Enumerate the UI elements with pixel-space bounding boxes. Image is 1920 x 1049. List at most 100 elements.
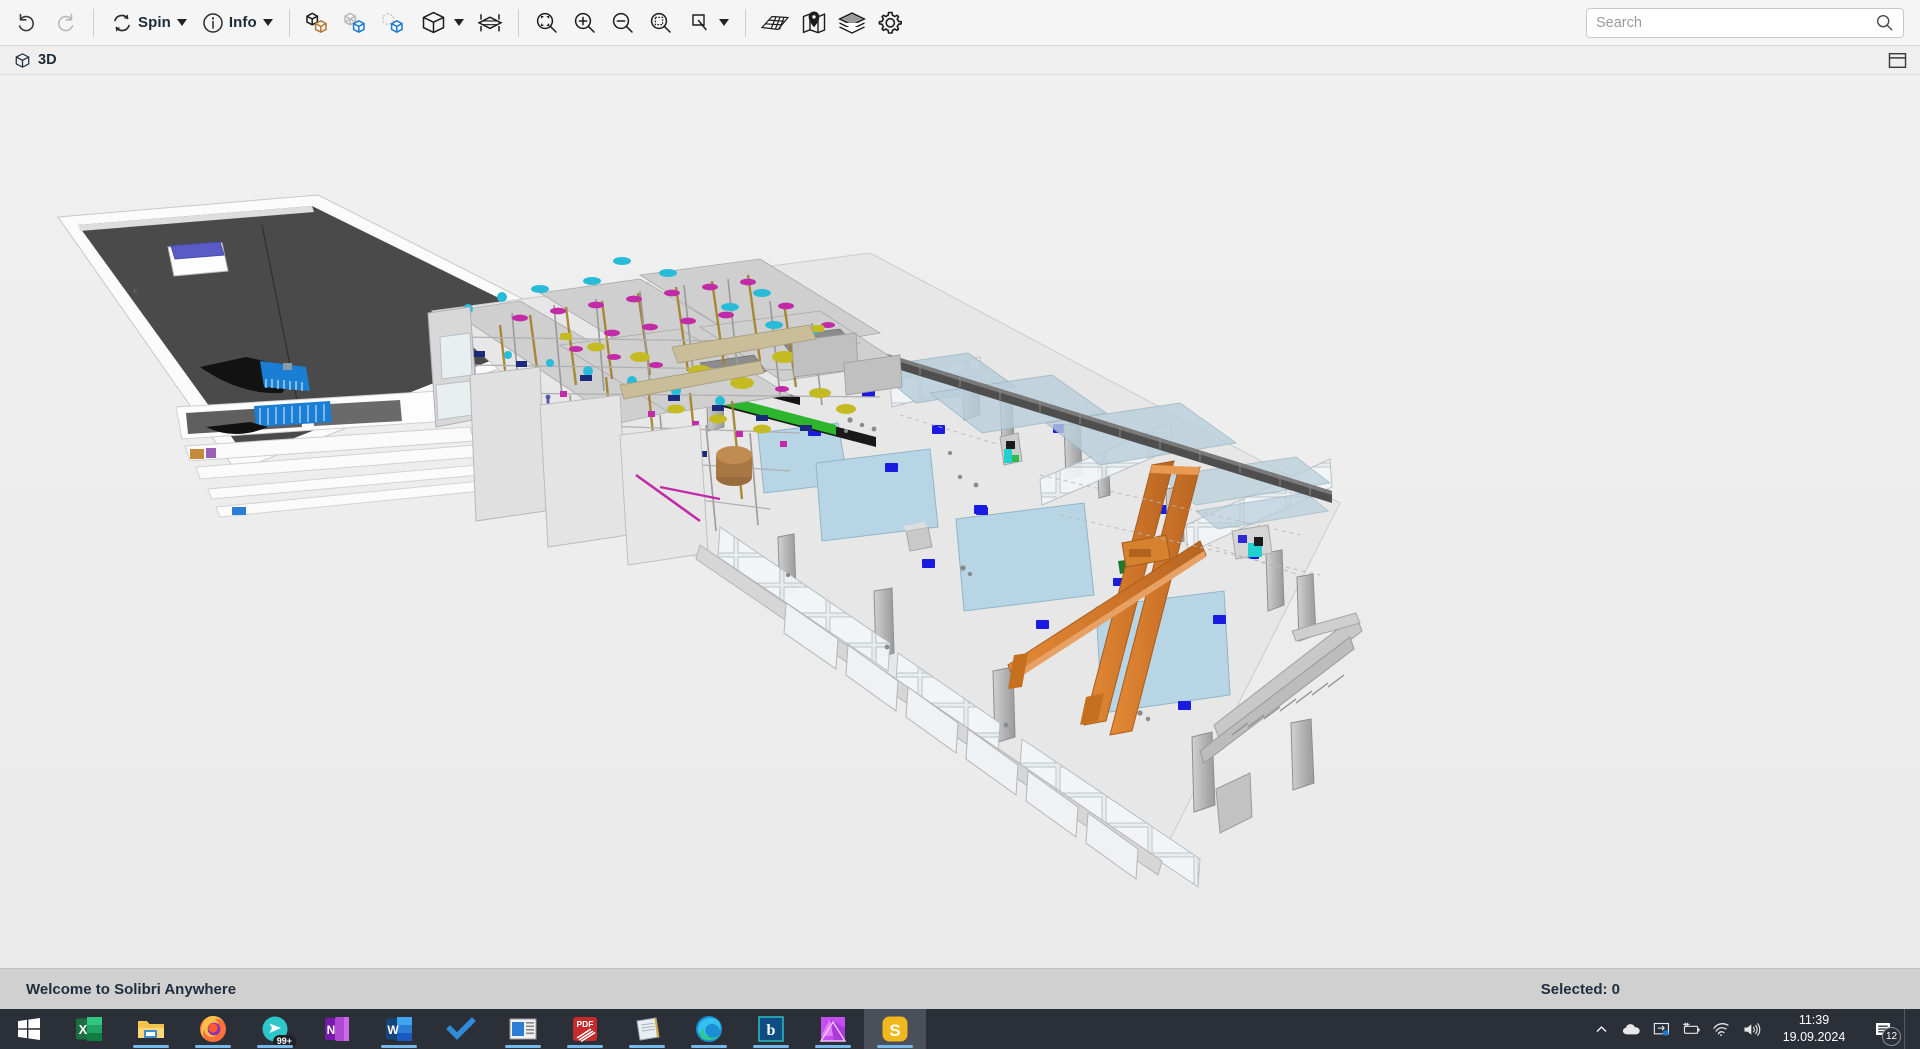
solid-button[interactable] bbox=[413, 4, 471, 42]
zoom-out-icon bbox=[610, 10, 636, 36]
edge-icon bbox=[694, 1014, 724, 1044]
search-icon[interactable] bbox=[1875, 13, 1894, 32]
window-doc-icon bbox=[508, 1014, 538, 1044]
taskbar-item-pdf-xchange[interactable]: PDF bbox=[554, 1009, 616, 1049]
clock-time: 11:39 bbox=[1798, 1013, 1830, 1028]
taskbar-item-onenote[interactable]: N bbox=[306, 1009, 368, 1049]
taskbar-item-solibri[interactable]: S bbox=[864, 1009, 926, 1049]
firefox-icon bbox=[198, 1014, 228, 1044]
running-indicator bbox=[381, 1045, 417, 1048]
zoom-fit-icon bbox=[534, 10, 560, 36]
system-tray: 11:39 19.09.2024 12 bbox=[1586, 1009, 1920, 1049]
volume-button[interactable] bbox=[1736, 1009, 1766, 1049]
undo-button[interactable] bbox=[8, 4, 46, 42]
3d-viewport[interactable] bbox=[0, 75, 1920, 980]
taskbar-apps: X 99+ N W PDF b S bbox=[58, 1009, 926, 1049]
transparent-button[interactable] bbox=[337, 4, 375, 42]
spin-label: Spin bbox=[138, 14, 171, 31]
toolbar-separator-3 bbox=[517, 8, 519, 37]
taskbar-item-teams[interactable]: 99+ bbox=[244, 1009, 306, 1049]
transparent-cube-icon bbox=[341, 10, 371, 36]
start-button[interactable] bbox=[0, 1009, 58, 1049]
zoom-in-button[interactable] bbox=[566, 4, 604, 42]
hidden-button[interactable] bbox=[375, 4, 413, 42]
two-cubes-icon bbox=[303, 10, 333, 36]
section-button[interactable] bbox=[471, 4, 509, 42]
running-indicator bbox=[505, 1045, 541, 1048]
taskbar-item-excel[interactable]: X bbox=[58, 1009, 120, 1049]
svg-text:W: W bbox=[387, 1023, 399, 1037]
fit-to-view-button[interactable] bbox=[528, 4, 566, 42]
running-indicator bbox=[753, 1045, 789, 1048]
search-input[interactable] bbox=[1596, 14, 1875, 31]
checkmark-icon bbox=[446, 1014, 476, 1044]
show-hidden-icons-button[interactable] bbox=[1586, 1009, 1616, 1049]
map-pin-icon bbox=[800, 10, 828, 36]
windows-taskbar: X 99+ N W PDF b S 11:39 19.09.2024 12 bbox=[0, 1009, 1920, 1049]
zoom-area-icon bbox=[648, 10, 674, 36]
taskbar-item-affinity-photo[interactable] bbox=[802, 1009, 864, 1049]
zoom-area-button[interactable] bbox=[642, 4, 680, 42]
tab-3d-label: 3D bbox=[38, 52, 57, 68]
bricscad-icon: b bbox=[756, 1014, 786, 1044]
show-hide-button[interactable] bbox=[299, 4, 337, 42]
layers-icon bbox=[837, 10, 867, 36]
info-button[interactable]: Info bbox=[194, 4, 280, 42]
taskbar-item-file-explorer[interactable] bbox=[120, 1009, 182, 1049]
taskbar-item-publisher[interactable] bbox=[492, 1009, 554, 1049]
display-settings-button[interactable] bbox=[1646, 1009, 1676, 1049]
running-indicator bbox=[195, 1045, 231, 1048]
taskbar-item-notepad[interactable] bbox=[616, 1009, 678, 1049]
section-box-icon bbox=[476, 10, 504, 36]
spin-button[interactable]: Spin bbox=[103, 4, 194, 42]
panel-layout-button[interactable] bbox=[1888, 52, 1907, 69]
chevron-down-icon[interactable] bbox=[262, 19, 273, 26]
gear-icon bbox=[876, 9, 904, 37]
svg-text:S: S bbox=[889, 1021, 900, 1040]
solid-cube-icon bbox=[420, 10, 448, 36]
windows-logo-icon bbox=[18, 1018, 40, 1040]
taskbar-item-bricscad[interactable]: b bbox=[740, 1009, 802, 1049]
cloud-icon bbox=[1622, 1022, 1641, 1037]
chevron-down-icon[interactable] bbox=[718, 19, 729, 26]
notepad-icon bbox=[632, 1014, 662, 1044]
bim-model-render[interactable] bbox=[0, 75, 1920, 980]
dashed-cube-icon bbox=[379, 10, 409, 36]
battery-charging-icon bbox=[1681, 1022, 1702, 1037]
info-icon bbox=[201, 11, 225, 35]
map-button[interactable] bbox=[795, 4, 833, 42]
battery-button[interactable] bbox=[1676, 1009, 1706, 1049]
layers-button[interactable] bbox=[833, 4, 871, 42]
grid-button[interactable] bbox=[755, 4, 795, 42]
onedrive-button[interactable] bbox=[1616, 1009, 1646, 1049]
network-button[interactable] bbox=[1706, 1009, 1736, 1049]
taskbar-item-edge[interactable] bbox=[678, 1009, 740, 1049]
selection-mode-button[interactable] bbox=[680, 4, 736, 42]
settings-button[interactable] bbox=[871, 4, 909, 42]
panel-layout-icon bbox=[1888, 52, 1907, 69]
clock[interactable]: 11:39 19.09.2024 bbox=[1766, 1009, 1862, 1049]
excel-icon: X bbox=[74, 1014, 104, 1044]
word-icon: W bbox=[384, 1014, 414, 1044]
pdf-icon: PDF bbox=[570, 1014, 600, 1044]
taskbar-item-firefox[interactable] bbox=[182, 1009, 244, 1049]
onenote-icon: N bbox=[322, 1014, 352, 1044]
taskbar-item-word[interactable]: W bbox=[368, 1009, 430, 1049]
tab-3d[interactable]: 3D bbox=[0, 46, 69, 75]
running-indicator bbox=[815, 1045, 851, 1048]
notification-center-button[interactable]: 12 bbox=[1862, 1009, 1904, 1049]
running-indicator bbox=[133, 1045, 169, 1048]
chevron-down-icon[interactable] bbox=[453, 19, 464, 26]
zoom-out-button[interactable] bbox=[604, 4, 642, 42]
taskbar-item-todo[interactable] bbox=[430, 1009, 492, 1049]
toolbar-separator-1 bbox=[93, 8, 94, 37]
spin-icon bbox=[110, 11, 134, 35]
chevron-down-icon[interactable] bbox=[176, 19, 187, 26]
redo-button[interactable] bbox=[46, 4, 84, 42]
show-desktop-button[interactable] bbox=[1904, 1009, 1912, 1049]
svg-text:b: b bbox=[767, 1022, 776, 1039]
search-box[interactable] bbox=[1586, 7, 1904, 38]
redo-icon bbox=[53, 11, 77, 35]
clock-date: 19.09.2024 bbox=[1782, 1030, 1846, 1044]
affinity-icon bbox=[818, 1014, 848, 1044]
